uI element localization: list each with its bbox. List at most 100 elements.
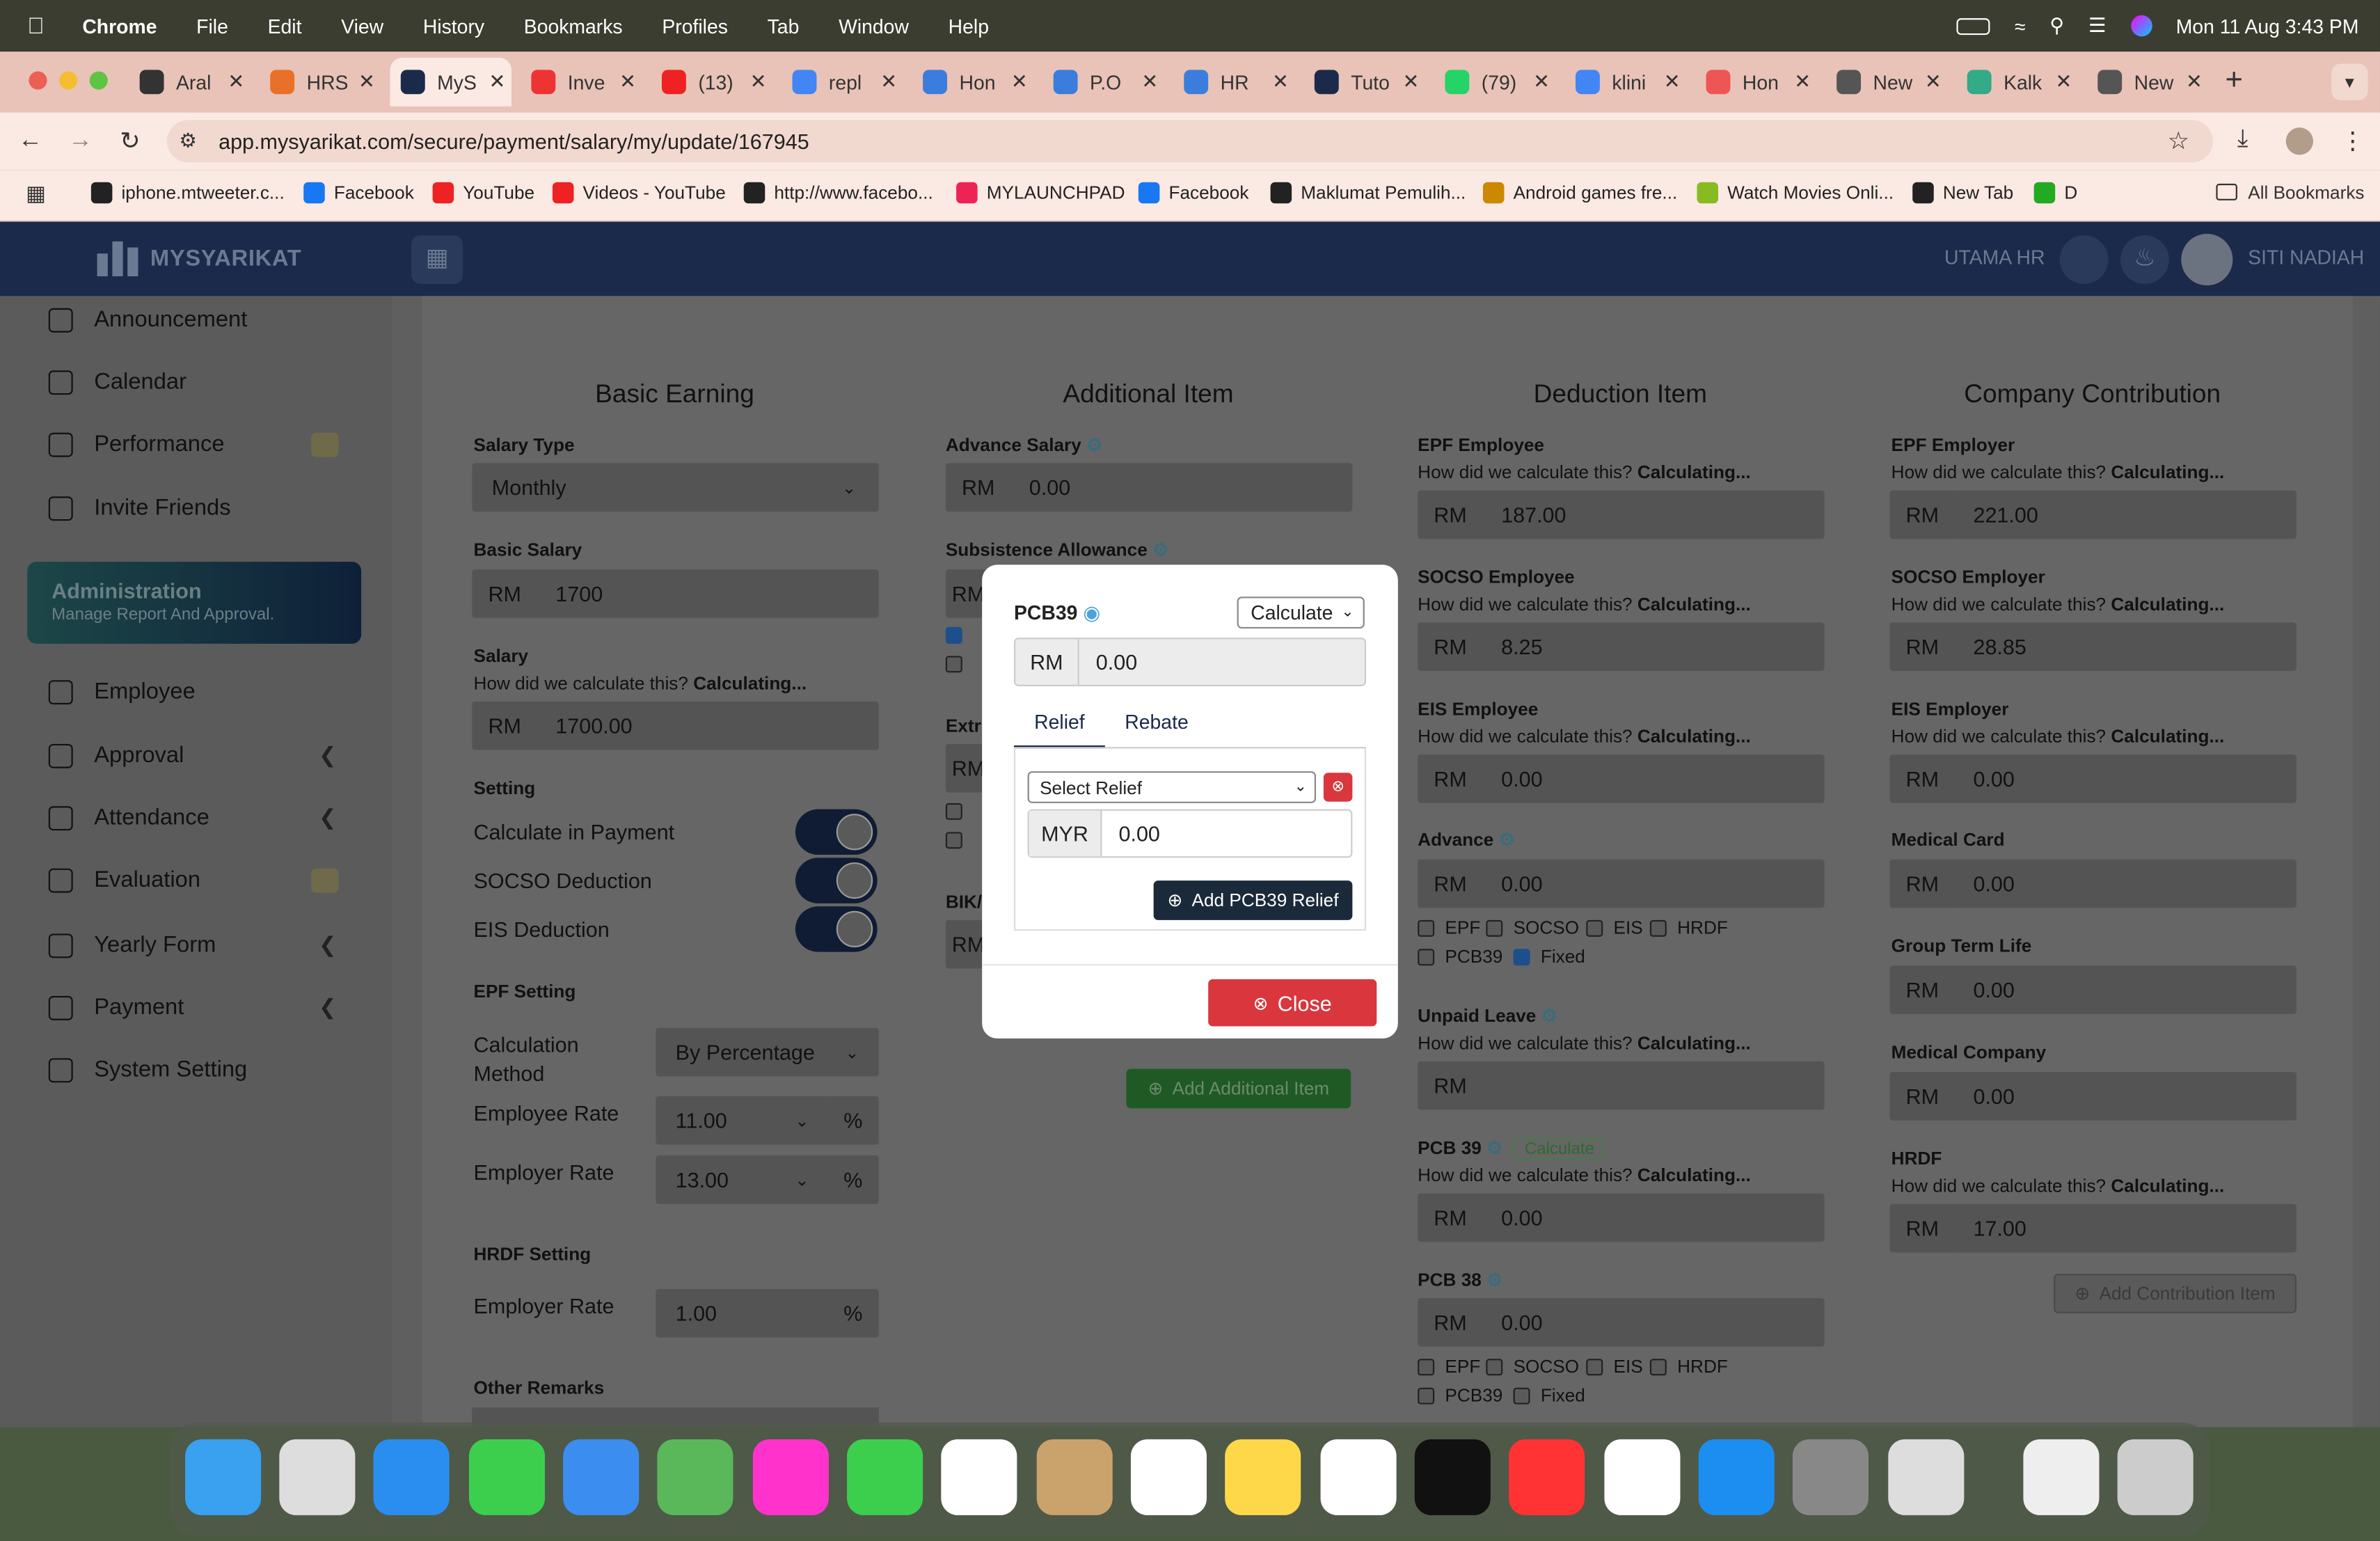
browser-tab[interactable]: (13) ✕: [651, 64, 772, 100]
socso-employer-input[interactable]: RM 28.85: [1889, 622, 2297, 672]
tab-search-icon[interactable]: ▾: [2331, 63, 2368, 100]
extra-checkbox-1[interactable]: [945, 803, 973, 820]
sidebar-item-attendance[interactable]: Attendance ❮: [48, 805, 337, 830]
menu-profiles[interactable]: Profiles: [642, 15, 747, 38]
pcb39-mode-select[interactable]: Calculate ⌄: [1237, 596, 1365, 629]
reload-icon[interactable]: ↻: [120, 126, 140, 157]
advance-input[interactable]: RM 0.00: [1418, 859, 1825, 908]
bookmark-item[interactable]: Maklumat Pemulih...: [1270, 182, 1466, 204]
pcb39-input[interactable]: RM 0.00: [1418, 1193, 1825, 1242]
browser-tab[interactable]: HRS ✕: [260, 64, 381, 100]
browser-tab[interactable]: Hon ✕: [912, 64, 1033, 100]
tab-close-icon[interactable]: ✕: [2055, 70, 2072, 94]
sidebar-item-invite-friends[interactable]: Invite Friends: [48, 495, 231, 521]
spotlight-icon[interactable]: ⚲: [2049, 14, 2064, 38]
subsistence-checkbox-1[interactable]: [945, 626, 973, 644]
add-contribution-item-button[interactable]: ⊕ Add Contribution Item: [2054, 1274, 2297, 1313]
music-icon[interactable]: [1509, 1439, 1585, 1515]
messages-icon[interactable]: [468, 1439, 546, 1515]
company-switch-icon[interactable]: [2059, 235, 2109, 284]
browser-tab[interactable]: Tuto ✕: [1304, 64, 1425, 100]
wifi-icon[interactable]: ≈: [2015, 15, 2026, 38]
finder-icon[interactable]: [185, 1439, 262, 1515]
site-info-icon[interactable]: ⚙: [179, 129, 196, 153]
bookmark-item[interactable]: Watch Movies Onli...: [1697, 182, 1894, 204]
bookmark-item[interactable]: Facebook: [1138, 182, 1248, 204]
advance-eis-checkbox[interactable]: EIS: [1586, 917, 1643, 938]
gear-icon[interactable]: ⚙: [1086, 434, 1102, 456]
pcb38-pcb39-checkbox[interactable]: PCB39: [1418, 1384, 1502, 1406]
menu-clock[interactable]: Mon 11 Aug 3:43 PM: [2176, 15, 2359, 38]
gear-icon[interactable]: ⚙: [1152, 539, 1168, 560]
browser-tab[interactable]: klini ✕: [1565, 64, 1686, 100]
sidebar-item-approval[interactable]: Approval ❮: [48, 743, 337, 768]
gear-icon[interactable]: ⚙: [1541, 1005, 1557, 1027]
advance-pcb39-checkbox[interactable]: PCB39: [1418, 946, 1502, 967]
browser-tab[interactable]: MyS ✕: [390, 57, 512, 106]
add-pcb39-relief-button[interactable]: ⊕ Add PCB39 Relief: [1153, 880, 1353, 920]
all-bookmarks[interactable]: All Bookmarks: [2248, 182, 2364, 204]
sidebar-item-calendar[interactable]: Calendar: [48, 369, 187, 395]
iphone-mirroring-icon[interactable]: [1888, 1439, 1965, 1515]
freeform-icon[interactable]: [1320, 1439, 1397, 1515]
sidebar-item-payment[interactable]: Payment ❮: [48, 995, 337, 1020]
eis-employer-input[interactable]: RM 0.00: [1889, 754, 2297, 803]
browser-tab[interactable]: repl ✕: [782, 64, 903, 100]
browser-tab[interactable]: Inve ✕: [521, 64, 642, 100]
bookmark-item[interactable]: D: [2033, 182, 2077, 204]
tab-close-icon[interactable]: ✕: [1925, 70, 1942, 94]
advance-epf-checkbox[interactable]: EPF: [1418, 917, 1480, 938]
advance-hrdf-checkbox[interactable]: HRDF: [1649, 917, 1728, 938]
pcb39-amount-input[interactable]: RM 0.00: [1013, 638, 1367, 686]
url-text[interactable]: app.mysyarikat.com/secure/payment/salary…: [219, 129, 809, 153]
salary-type-select[interactable]: Monthly ⌄: [472, 463, 879, 512]
employee-rate-select[interactable]: 11.00 ⌄%: [656, 1096, 879, 1145]
browser-tab[interactable]: New ✕: [1826, 64, 1947, 100]
pcb38-fixed-checkbox[interactable]: Fixed: [1513, 1384, 1585, 1406]
tab-close-icon[interactable]: ✕: [1664, 70, 1681, 94]
bookmark-item[interactable]: Videos - YouTube: [552, 182, 726, 204]
window-zoom-icon[interactable]: [89, 71, 108, 90]
sidebar-item-employee[interactable]: Employee: [48, 679, 196, 704]
calendar-icon[interactable]: [941, 1439, 1017, 1515]
back-icon[interactable]: ←: [18, 127, 42, 155]
pcb38-epf-checkbox[interactable]: EPF: [1418, 1356, 1480, 1377]
calc-in-payment-toggle[interactable]: [795, 809, 878, 855]
bookmark-item[interactable]: Android games fre...: [1482, 182, 1677, 204]
user-avatar[interactable]: [2181, 233, 2233, 286]
notification-bell-icon[interactable]: ♨: [2120, 235, 2169, 284]
socso-employee-input[interactable]: RM 8.25: [1418, 622, 1825, 672]
window-close-icon[interactable]: [29, 71, 47, 90]
epf-employee-input[interactable]: RM 187.00: [1418, 490, 1825, 539]
menu-history[interactable]: History: [403, 15, 504, 38]
hrdf-input[interactable]: RM 17.00: [1889, 1203, 2297, 1253]
menu-file[interactable]: File: [177, 15, 248, 38]
tab-close-icon[interactable]: ✕: [2186, 70, 2203, 94]
gear-icon[interactable]: ⚙: [1499, 829, 1515, 851]
bookmark-item[interactable]: New Tab: [1912, 182, 2013, 204]
advance-salary-input[interactable]: RM 0.00: [945, 463, 1353, 512]
bookmark-item[interactable]: http://www.facebo...: [743, 182, 933, 204]
chrome-icon[interactable]: [1604, 1439, 1681, 1515]
extra-checkbox-2[interactable]: [945, 832, 973, 849]
safari-icon[interactable]: [373, 1439, 450, 1515]
hrdf-rate-input[interactable]: 1.00%: [656, 1288, 879, 1338]
contacts-icon[interactable]: [1036, 1439, 1113, 1515]
forward-icon[interactable]: →: [68, 127, 93, 155]
close-button[interactable]: ⊗ Close: [1208, 979, 1377, 1027]
battery-icon[interactable]: [1956, 17, 1990, 35]
menu-bookmarks[interactable]: Bookmarks: [504, 15, 642, 38]
profile-avatar-icon[interactable]: [2285, 127, 2314, 155]
browser-tab[interactable]: (79) ✕: [1434, 64, 1555, 100]
tab-relief[interactable]: Relief: [1013, 704, 1105, 749]
medical-card-input[interactable]: RM 0.00: [1889, 859, 2297, 908]
salary-input[interactable]: RM 1700.00: [472, 701, 879, 750]
bookmark-item[interactable]: MYLAUNCHPAD: [956, 182, 1125, 204]
apple-icon[interactable]: : [0, 13, 63, 39]
apps-grid-icon[interactable]: ▦: [26, 181, 46, 207]
trash-icon[interactable]: [2117, 1439, 2193, 1515]
user-name[interactable]: SITI NADIAH: [2248, 246, 2364, 269]
browser-tab[interactable]: Aral ✕: [129, 64, 250, 100]
menu-help[interactable]: Help: [928, 15, 1008, 38]
facetime-icon[interactable]: [847, 1439, 923, 1515]
